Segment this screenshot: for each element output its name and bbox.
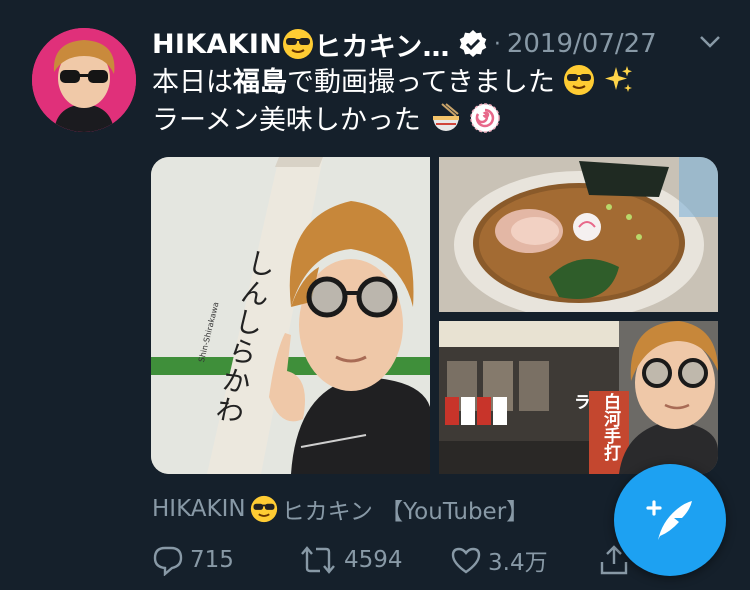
sunglasses-emoji-icon	[283, 29, 314, 59]
compose-tweet-icon	[646, 500, 692, 540]
chevron-down-icon[interactable]	[698, 34, 722, 54]
fishcake-emoji-icon	[470, 103, 500, 133]
reply-count: 715	[190, 547, 234, 573]
reply-button[interactable]: 715	[152, 540, 234, 580]
avatar-photo	[32, 28, 136, 132]
compose-tweet-button[interactable]	[614, 464, 726, 576]
retweet-button[interactable]: 4594	[298, 540, 403, 580]
media-photo-station-selfie[interactable]: しんしらかわ Shin-Shirakawa	[151, 157, 430, 474]
sunglasses-emoji-icon	[564, 65, 595, 95]
sunglasses-emoji-icon	[250, 495, 277, 523]
media-photo-shop-selfie[interactable]: 白河手打ラ	[439, 321, 718, 474]
source-name-rest: ヒカキン 【YouTuber】	[281, 499, 530, 525]
like-icon	[451, 547, 481, 574]
source-name: HIKAKIN	[152, 496, 246, 522]
verified-badge-icon	[458, 29, 488, 59]
avatar[interactable]	[32, 28, 136, 132]
retweet-count: 4594	[344, 547, 403, 573]
retweeted-by-line[interactable]: HIKAKIN ヒカキン 【YouTuber】	[152, 492, 529, 526]
author-name[interactable]: HIKAKIN	[152, 29, 282, 60]
retweet-icon	[301, 546, 335, 574]
tweet-text-line-2: ラーメン美味しかった	[152, 102, 732, 140]
sparkles-emoji-icon	[605, 66, 633, 92]
reply-icon	[153, 546, 183, 576]
tweet-header: HIKAKIN ヒカキン… · 2019/07/27	[152, 25, 722, 64]
tweet-text-line-1: 本日は福島で動画撮ってきました	[152, 64, 732, 102]
bold-place-name: 福島	[233, 67, 287, 98]
tweet-date[interactable]: 2019/07/27	[507, 29, 657, 59]
like-count: 3.4万	[488, 550, 548, 576]
ramen-emoji-icon	[432, 103, 459, 131]
like-button[interactable]: 3.4万	[450, 540, 548, 580]
author-name-rest[interactable]: ヒカキン…	[314, 25, 450, 64]
media-photo-ramen[interactable]	[439, 157, 718, 312]
separator-dot: ·	[493, 31, 501, 57]
tweet-actions: 715 4594 3.4万	[152, 540, 672, 580]
media-grid: しんしらかわ Shin-Shirakawa 白河手打ラ	[151, 157, 718, 474]
shop-banner-text: 白河手打ラ	[570, 393, 620, 461]
tweet-text: 本日は福島で動画撮ってきました ラーメン美味しかった	[152, 64, 732, 140]
